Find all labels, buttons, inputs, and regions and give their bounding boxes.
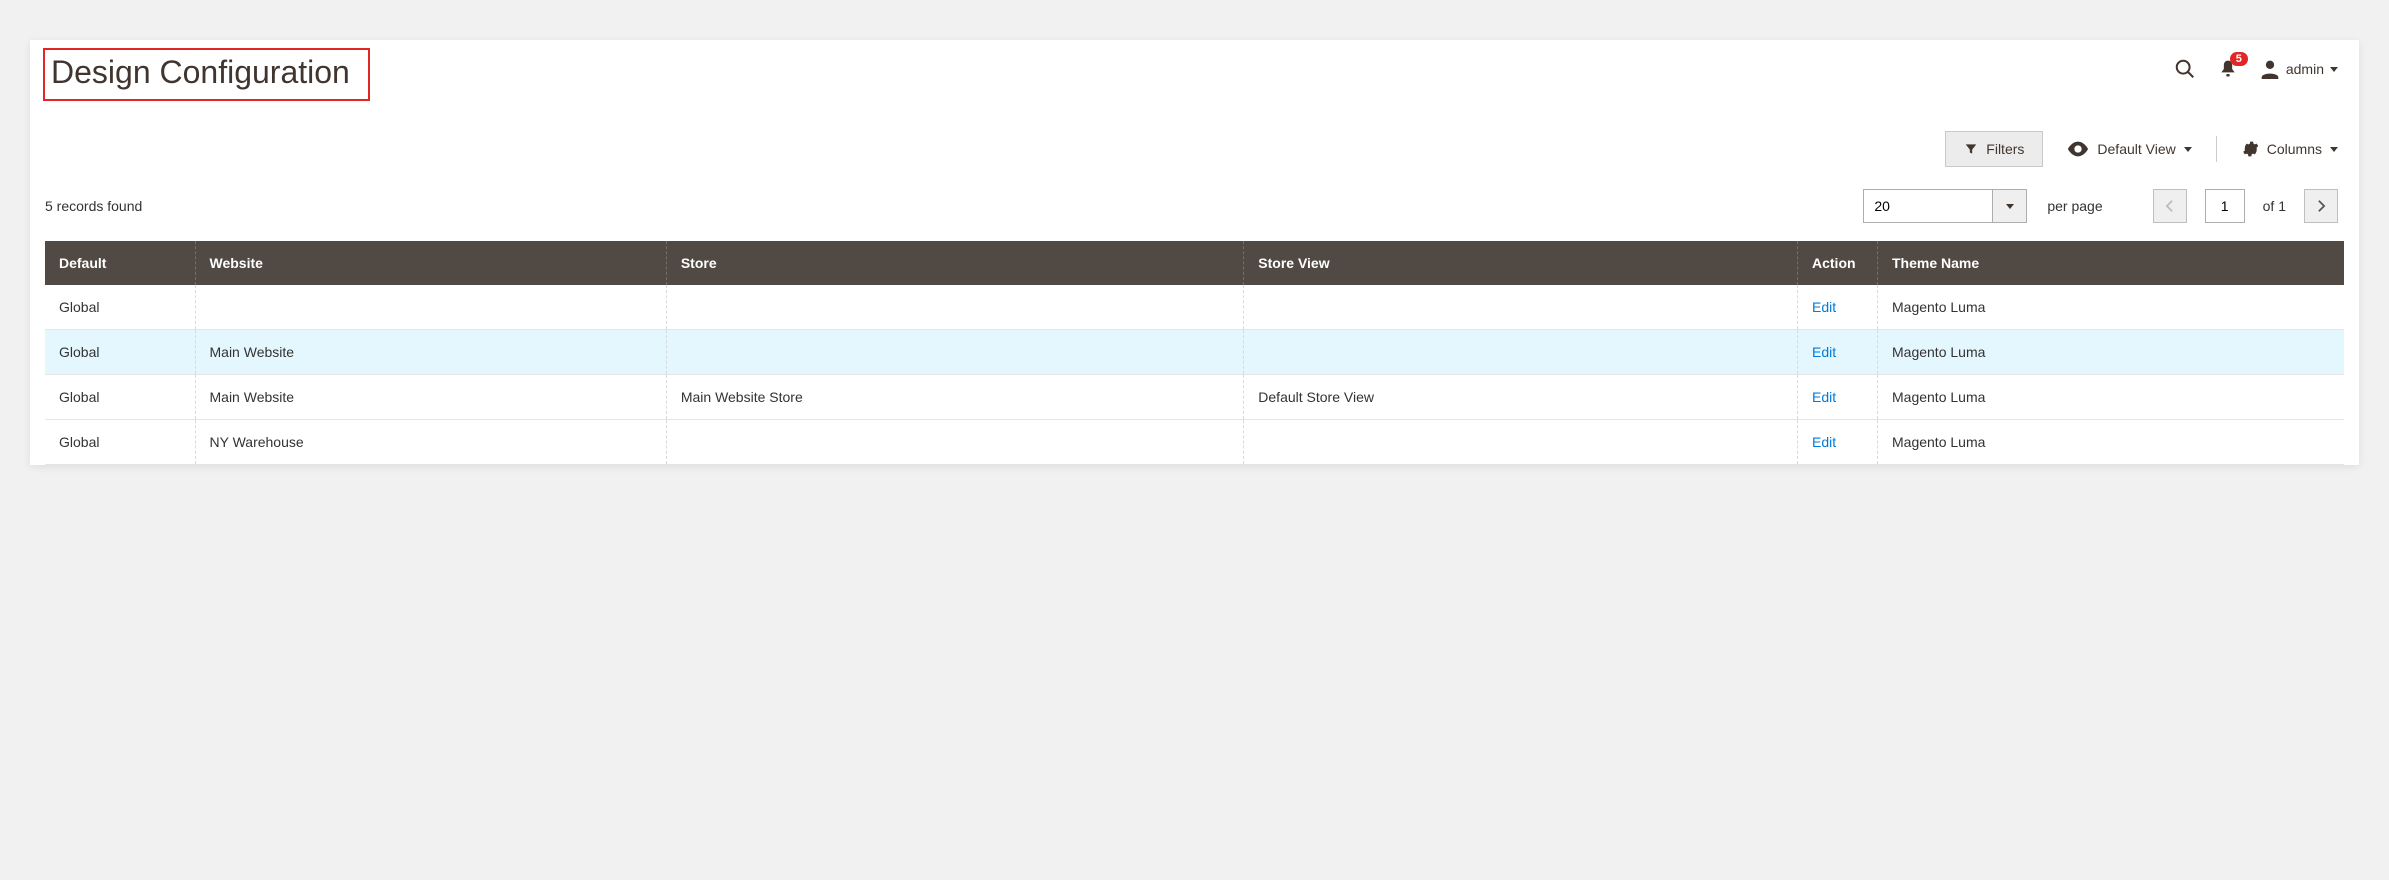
cell-website: Main Website [195,375,666,420]
cell-action: Edit [1798,375,1878,420]
grid-header-row: Default Website Store Store View Action … [45,241,2344,285]
col-header-store-view[interactable]: Store View [1244,241,1798,285]
chevron-down-icon [2330,67,2338,72]
cell-action: Edit [1798,285,1878,330]
col-header-website[interactable]: Website [195,241,666,285]
cell-theme-name: Magento Luma [1878,420,2345,465]
col-header-store[interactable]: Store [666,241,1243,285]
total-pages-label: of 1 [2263,198,2286,214]
page-size-dropdown-button[interactable] [1993,189,2027,223]
table-row[interactable]: GlobalNY Warehouse Edit Magento Luma [45,420,2344,465]
prev-page-button[interactable] [2153,189,2187,223]
header-actions: 5 admin [2174,50,2344,80]
cell-default: Global [45,330,195,375]
col-header-action[interactable]: Action [1798,241,1878,285]
design-config-grid: Default Website Store Store View Action … [45,241,2344,465]
cell-theme-name: Magento Luma [1878,285,2345,330]
notification-badge: 5 [2230,52,2248,66]
cell-website: Main Website [195,330,666,375]
page-size-input[interactable] [1863,189,1993,223]
title-highlight-box: Design Configuration [43,48,370,101]
eye-icon [2067,141,2089,157]
columns-dropdown[interactable]: Columns [2241,140,2338,158]
cell-store [666,285,1243,330]
notifications-icon[interactable]: 5 [2218,58,2238,80]
cell-theme-name: Magento Luma [1878,330,2345,375]
filters-button[interactable]: Filters [1945,131,2043,167]
table-row[interactable]: Global Edit Magento Luma [45,285,2344,330]
cell-store-view [1244,285,1798,330]
edit-link[interactable]: Edit [1812,344,1836,360]
search-icon[interactable] [2174,58,2196,80]
default-view-label: Default View [2097,141,2175,157]
cell-default: Global [45,375,195,420]
header-row: Design Configuration 5 admin [45,40,2344,131]
grid-toolbar: Filters Default View Columns [45,131,2344,185]
toolbar-divider [2216,136,2217,162]
main-panel: Design Configuration 5 admin [30,40,2359,465]
cell-action: Edit [1798,330,1878,375]
cell-store: Main Website Store [666,375,1243,420]
page-title: Design Configuration [51,54,350,91]
current-page-input[interactable] [2205,189,2245,223]
cell-store-view [1244,330,1798,375]
cell-store [666,420,1243,465]
cell-theme-name: Magento Luma [1878,375,2345,420]
cell-default: Global [45,285,195,330]
per-page-label: per page [2047,198,2102,214]
cell-store [666,330,1243,375]
pager-group: per page of 1 [1863,189,2338,223]
edit-link[interactable]: Edit [1812,299,1836,315]
table-row[interactable]: GlobalMain WebsiteMain Website StoreDefa… [45,375,2344,420]
cell-website [195,285,666,330]
chevron-down-icon [2330,147,2338,152]
col-header-default[interactable]: Default [45,241,195,285]
gear-icon [2241,140,2259,158]
filter-icon [1964,142,1978,156]
cell-store-view [1244,420,1798,465]
filters-label: Filters [1986,141,2024,157]
next-page-button[interactable] [2304,189,2338,223]
cell-website: NY Warehouse [195,420,666,465]
chevron-down-icon [2006,204,2014,209]
chevron-left-icon [2165,199,2174,213]
default-view-dropdown[interactable]: Default View [2067,141,2191,157]
admin-account-dropdown[interactable]: admin [2260,59,2338,79]
edit-link[interactable]: Edit [1812,434,1836,450]
admin-label: admin [2286,61,2324,77]
records-found-text: 5 records found [45,198,142,214]
page-size-select[interactable] [1863,189,2027,223]
table-row[interactable]: GlobalMain Website Edit Magento Luma [45,330,2344,375]
edit-link[interactable]: Edit [1812,389,1836,405]
chevron-right-icon [2317,199,2326,213]
columns-label: Columns [2267,141,2322,157]
col-header-theme-name[interactable]: Theme Name [1878,241,2345,285]
cell-action: Edit [1798,420,1878,465]
records-row: 5 records found per page of 1 [45,185,2344,241]
user-icon [2260,59,2280,79]
chevron-down-icon [2184,147,2192,152]
cell-default: Global [45,420,195,465]
cell-store-view: Default Store View [1244,375,1798,420]
